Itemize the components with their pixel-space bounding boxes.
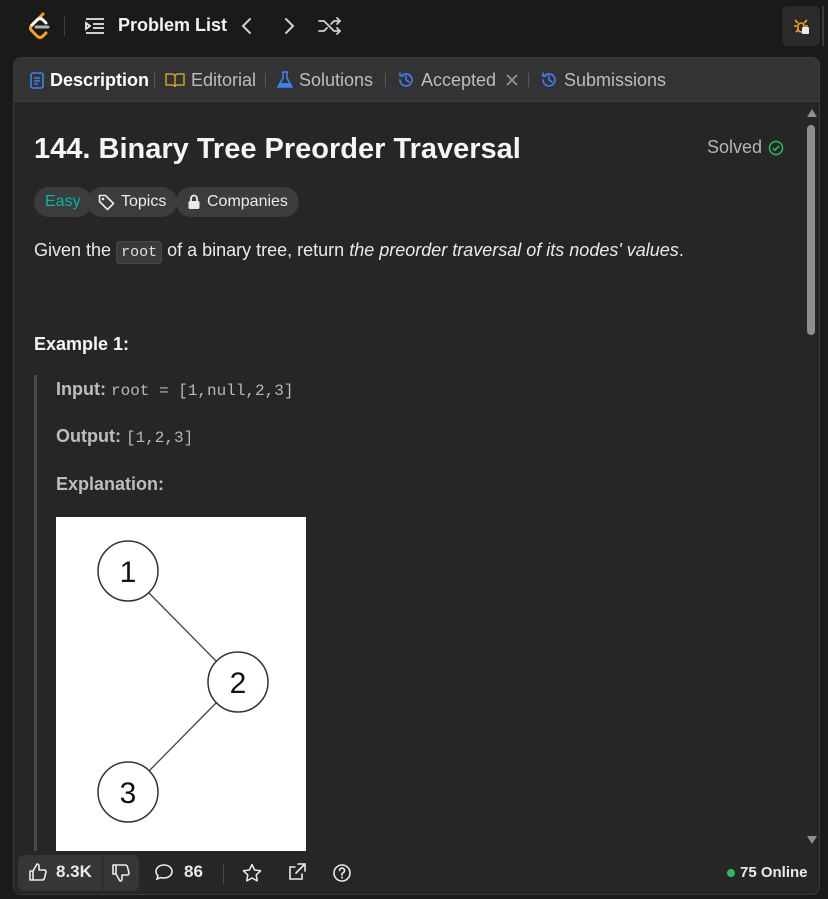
- topics-label: Topics: [121, 193, 167, 210]
- tree-node-label: 1: [120, 556, 137, 589]
- like-count: 8.3K: [56, 862, 92, 881]
- tab-divider: [154, 73, 155, 87]
- problem-title[interactable]: 144. Binary Tree Preorder Traversal: [34, 133, 521, 166]
- like-button[interactable]: 8.3K: [28, 862, 92, 882]
- scroll-down-arrow-icon[interactable]: [806, 835, 818, 845]
- vote-divider: [102, 855, 103, 891]
- comment-count: 86: [184, 862, 203, 881]
- share-icon[interactable]: [287, 862, 307, 882]
- desc-text: of a binary tree, return: [167, 240, 345, 260]
- panel-edge: [822, 6, 824, 46]
- example-input: Input: root = [1,null,2,3]: [56, 379, 293, 400]
- example-explanation: Explanation:: [56, 474, 164, 495]
- inline-code: root: [116, 241, 163, 264]
- thumbs-down-icon[interactable]: [111, 863, 131, 883]
- tree-edge: [148, 592, 218, 663]
- explanation-label: Explanation:: [56, 474, 165, 494]
- online-dot-icon: [727, 868, 735, 877]
- panel-tabs: Description Editorial Solutions Accepted: [14, 58, 819, 102]
- tab-accepted[interactable]: Accepted: [397, 69, 524, 91]
- problem-description: 144. Binary Tree Preorder Traversal Solv…: [14, 103, 804, 851]
- chevron-right-icon[interactable]: [280, 15, 298, 37]
- scroll-up-arrow-icon[interactable]: [806, 108, 818, 118]
- difficulty-badge[interactable]: Easy: [34, 187, 92, 217]
- bottom-action-bar: 8.3K 86 75 Online: [14, 851, 819, 894]
- tab-solutions-label: Solutions: [299, 69, 374, 90]
- problem-list-icon[interactable]: [84, 16, 106, 36]
- tree-edge: [148, 701, 218, 772]
- tree-diagram: 1 2 3: [56, 517, 306, 851]
- chevron-left-icon[interactable]: [238, 15, 256, 37]
- tab-solutions[interactable]: Solutions: [277, 69, 373, 91]
- example-quote-bar: [34, 375, 37, 851]
- tab-divider: [265, 73, 266, 87]
- tree-svg: 1 2 3: [97, 540, 269, 823]
- tree-node-label: 3: [120, 777, 137, 810]
- output-value: [1,2,3]: [125, 429, 194, 447]
- star-icon[interactable]: [242, 863, 262, 883]
- tab-divider: [528, 73, 529, 87]
- tab-editorial-label: Editorial: [191, 69, 257, 90]
- tree-node-label: 2: [230, 667, 247, 700]
- difficulty-label: Easy: [45, 193, 81, 210]
- desc-text: .: [678, 240, 684, 260]
- tab-submissions-label: Submissions: [564, 69, 667, 90]
- tab-description-label: Description: [50, 69, 150, 90]
- online-count: 75 Online: [740, 864, 808, 881]
- tab-submissions[interactable]: Submissions: [540, 69, 666, 91]
- solved-status: Solved: [707, 137, 784, 158]
- tab-divider: [385, 73, 386, 87]
- help-icon[interactable]: [332, 863, 352, 883]
- problem-list-link[interactable]: Problem List: [118, 15, 227, 36]
- companies-label: Companies: [207, 193, 288, 210]
- tab-accepted-label: Accepted: [421, 69, 497, 90]
- divider: [223, 864, 224, 884]
- desc-emphasis: the preorder traversal of its nodes' val…: [349, 240, 679, 260]
- flask-icon: [277, 71, 293, 88]
- top-navigation-bar: Problem List: [0, 0, 828, 52]
- input-label: Input:: [56, 379, 106, 399]
- input-value: root = [1,null,2,3]: [111, 382, 294, 400]
- document-icon: [30, 71, 44, 89]
- history-icon: [399, 72, 413, 87]
- bug-icon: [794, 19, 809, 34]
- tab-editorial[interactable]: Editorial: [165, 69, 256, 91]
- tab-description[interactable]: Description: [30, 69, 149, 91]
- example-output: Output: [1,2,3]: [56, 426, 193, 447]
- divider: [64, 16, 65, 36]
- book-icon: [165, 73, 185, 88]
- comment-icon: [155, 864, 173, 881]
- lock-icon: [188, 194, 200, 209]
- companies-button[interactable]: Companies: [176, 187, 299, 217]
- scrollbar-thumb[interactable]: [807, 125, 815, 335]
- online-indicator: 75 Online: [727, 864, 808, 881]
- solved-label: Solved: [707, 137, 763, 157]
- topics-button[interactable]: Topics: [87, 187, 178, 217]
- vote-group: 8.3K: [18, 855, 139, 891]
- thumbs-up-icon: [29, 863, 47, 881]
- output-label: Output:: [56, 426, 121, 446]
- leetcode-logo-icon[interactable]: [26, 11, 54, 41]
- shuffle-icon[interactable]: [317, 15, 343, 37]
- example-heading: Example 1:: [34, 334, 130, 354]
- close-icon[interactable]: [506, 74, 518, 86]
- check-circle-icon: [768, 140, 784, 155]
- desc-text: Given the: [34, 240, 112, 260]
- tag-icon: [98, 194, 115, 210]
- comments-button[interactable]: 86: [154, 862, 203, 882]
- history-icon: [542, 72, 556, 87]
- debug-button[interactable]: [782, 6, 820, 46]
- problem-statement: Given the root of a binary tree, return …: [34, 240, 684, 264]
- description-panel: Description Editorial Solutions Accepted: [13, 57, 820, 895]
